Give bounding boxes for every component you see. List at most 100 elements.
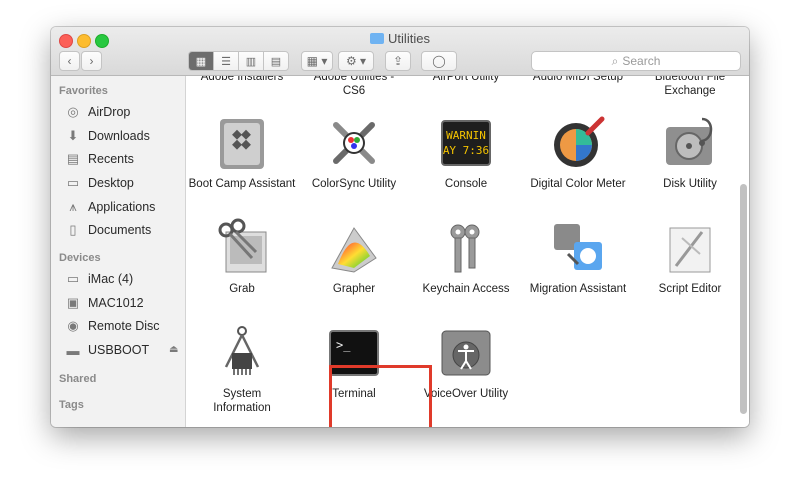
app-boot-camp[interactable]: Boot Camp Assistant	[186, 113, 298, 191]
app-console[interactable]: WARNIN AY 7:36 Console	[410, 113, 522, 191]
remote-disc-icon: ◉	[67, 318, 79, 333]
app-label: Digital Color Meter	[530, 178, 626, 190]
colorsync-icon	[324, 113, 384, 173]
window-title-text: Utilities	[388, 31, 430, 46]
eject-icon[interactable]: ⏏	[169, 344, 178, 355]
action-button[interactable]: ⚙ ▾	[338, 51, 374, 71]
app-label: AirPort Utility	[432, 76, 500, 83]
view-mode-group: ▦ ☰ ▥ ▤	[188, 51, 289, 71]
sidebar-item-label: USBBOOT	[88, 343, 150, 357]
sidebar-item-label: Documents	[88, 223, 152, 237]
app-label: Bluetooth File	[654, 76, 726, 83]
sidebar-item-label: Downloads	[88, 129, 150, 143]
icon-view-button[interactable]: ▦	[189, 52, 214, 70]
app-script-editor[interactable]: Script Editor	[634, 218, 746, 296]
sidebar-item-desktop[interactable]: ▭ Desktop	[65, 173, 134, 193]
tags-heading: Tags	[59, 399, 84, 411]
boot-camp-icon	[212, 113, 272, 173]
sidebar-item-label: Recents	[88, 152, 134, 166]
app-label: Adobe Utilities -	[313, 76, 395, 83]
app-label: Migration Assistant	[529, 283, 627, 295]
app-keychain-access[interactable]: Keychain Access	[410, 218, 522, 296]
sidebar-item-label: Applications	[88, 200, 156, 214]
voiceover-icon	[436, 323, 496, 383]
documents-icon: ▯	[69, 222, 77, 237]
arrange-button[interactable]: ▦ ▾	[301, 51, 333, 71]
applications-icon: ⩚	[69, 199, 77, 214]
color-meter-icon	[548, 113, 608, 173]
disk-icon: ▣	[66, 295, 80, 310]
folder-icon	[370, 33, 385, 44]
app-label-line2: Exchange	[664, 85, 716, 97]
downloads-icon: ⬇	[67, 128, 79, 143]
migration-icon	[548, 218, 608, 278]
shared-heading: Shared	[59, 373, 97, 385]
app-grab[interactable]: Grab	[186, 218, 298, 296]
sidebar-item-imac[interactable]: ▭ iMac (4)	[65, 269, 133, 289]
finder-window: Utilities ‹ › ▦ ☰ ▥ ▤ ▦ ▾ ⚙ ▾ ⇪ ◯ ⌕ Sear…	[51, 27, 749, 427]
app-label: System Information	[213, 388, 271, 414]
search-field[interactable]: ⌕ Search	[531, 51, 741, 71]
column-view-button[interactable]: ▥	[239, 52, 264, 70]
desktop-icon: ▭	[66, 175, 80, 190]
gallery-view-button[interactable]: ▤	[264, 52, 288, 70]
svg-text:WARNIN: WARNIN	[446, 129, 486, 142]
sidebar-item-documents[interactable]: ▯ Documents	[65, 220, 151, 240]
imac-icon: ▭	[66, 271, 80, 286]
app-label-line2: CS6	[342, 85, 366, 97]
app-label: Audio MIDI Setup	[532, 76, 624, 83]
app-label: Grapher	[332, 283, 376, 295]
sidebar-item-usbboot[interactable]: ▬ USBBOOT	[65, 340, 150, 360]
svg-text:>_: >_	[336, 338, 351, 352]
disk-utility-icon	[660, 113, 720, 173]
vertical-scrollbar[interactable]	[740, 184, 747, 414]
sidebar-item-label: iMac (4)	[88, 272, 134, 286]
app-label: Disk Utility	[663, 178, 717, 190]
app-label: Script Editor	[658, 283, 722, 295]
back-button[interactable]: ‹	[59, 51, 80, 71]
app-label: Console	[444, 178, 488, 190]
app-label: Keychain Access	[422, 283, 510, 295]
script-editor-icon	[660, 218, 720, 278]
sidebar-item-mac1012[interactable]: ▣ MAC1012	[65, 293, 144, 313]
sidebar-item-airdrop[interactable]: ◎ AirDrop	[65, 102, 130, 122]
airdrop-icon: ◎	[67, 104, 79, 119]
sidebar-item-recents[interactable]: ▤ Recents	[65, 149, 134, 169]
app-colorsync[interactable]: ColorSync Utility	[298, 113, 410, 191]
app-migration-assistant[interactable]: Migration Assistant	[522, 218, 634, 296]
list-view-button[interactable]: ☰	[214, 52, 239, 70]
sidebar: Favorites ◎ AirDrop ⬇ Downloads ▤ Recents ▭…	[51, 76, 186, 427]
sidebar-item-downloads[interactable]: ⬇ Downloads	[65, 126, 150, 146]
file-grid: Adobe Installers Adobe Utilities - CS6 Ai…	[186, 76, 749, 427]
highlight-box	[329, 365, 432, 427]
magnifier-icon: ⌕	[611, 53, 619, 68]
console-icon: WARNIN AY 7:36	[436, 113, 496, 173]
forward-button[interactable]: ›	[81, 51, 102, 71]
app-system-information[interactable]: System Information	[186, 323, 298, 415]
usb-drive-icon: ▬	[66, 342, 80, 358]
sidebar-item-applications[interactable]: ⩚ Applications	[65, 197, 155, 217]
app-label: ColorSync Utility	[311, 178, 397, 190]
grab-icon	[212, 218, 272, 278]
window-title: Utilities	[51, 31, 749, 46]
sidebar-item-remote-disc[interactable]: ◉ Remote Disc	[65, 316, 159, 336]
app-digital-color-meter[interactable]: Digital Color Meter	[522, 113, 634, 191]
search-placeholder: Search	[622, 54, 661, 68]
recents-icon: ▤	[66, 151, 80, 166]
svg-text:AY 7:36: AY 7:36	[443, 144, 489, 157]
sidebar-item-label: MAC1012	[88, 296, 144, 310]
system-information-icon	[212, 323, 272, 383]
app-disk-utility[interactable]: Disk Utility	[634, 113, 746, 191]
title-bar: Utilities ‹ › ▦ ☰ ▥ ▤ ▦ ▾ ⚙ ▾ ⇪ ◯ ⌕ Sear…	[51, 27, 749, 76]
app-label: Grab	[229, 283, 255, 295]
grapher-icon	[324, 218, 384, 278]
keychain-icon	[436, 218, 496, 278]
share-button[interactable]: ⇪	[385, 51, 411, 71]
app-grapher[interactable]: Grapher	[298, 218, 410, 296]
app-label: Boot Camp Assistant	[188, 178, 296, 190]
favorites-heading: Favorites	[59, 85, 108, 97]
tag-button[interactable]: ◯	[421, 51, 457, 71]
sidebar-item-label: AirDrop	[88, 105, 131, 119]
app-label: Adobe Installers	[200, 76, 284, 83]
devices-heading: Devices	[59, 252, 101, 264]
